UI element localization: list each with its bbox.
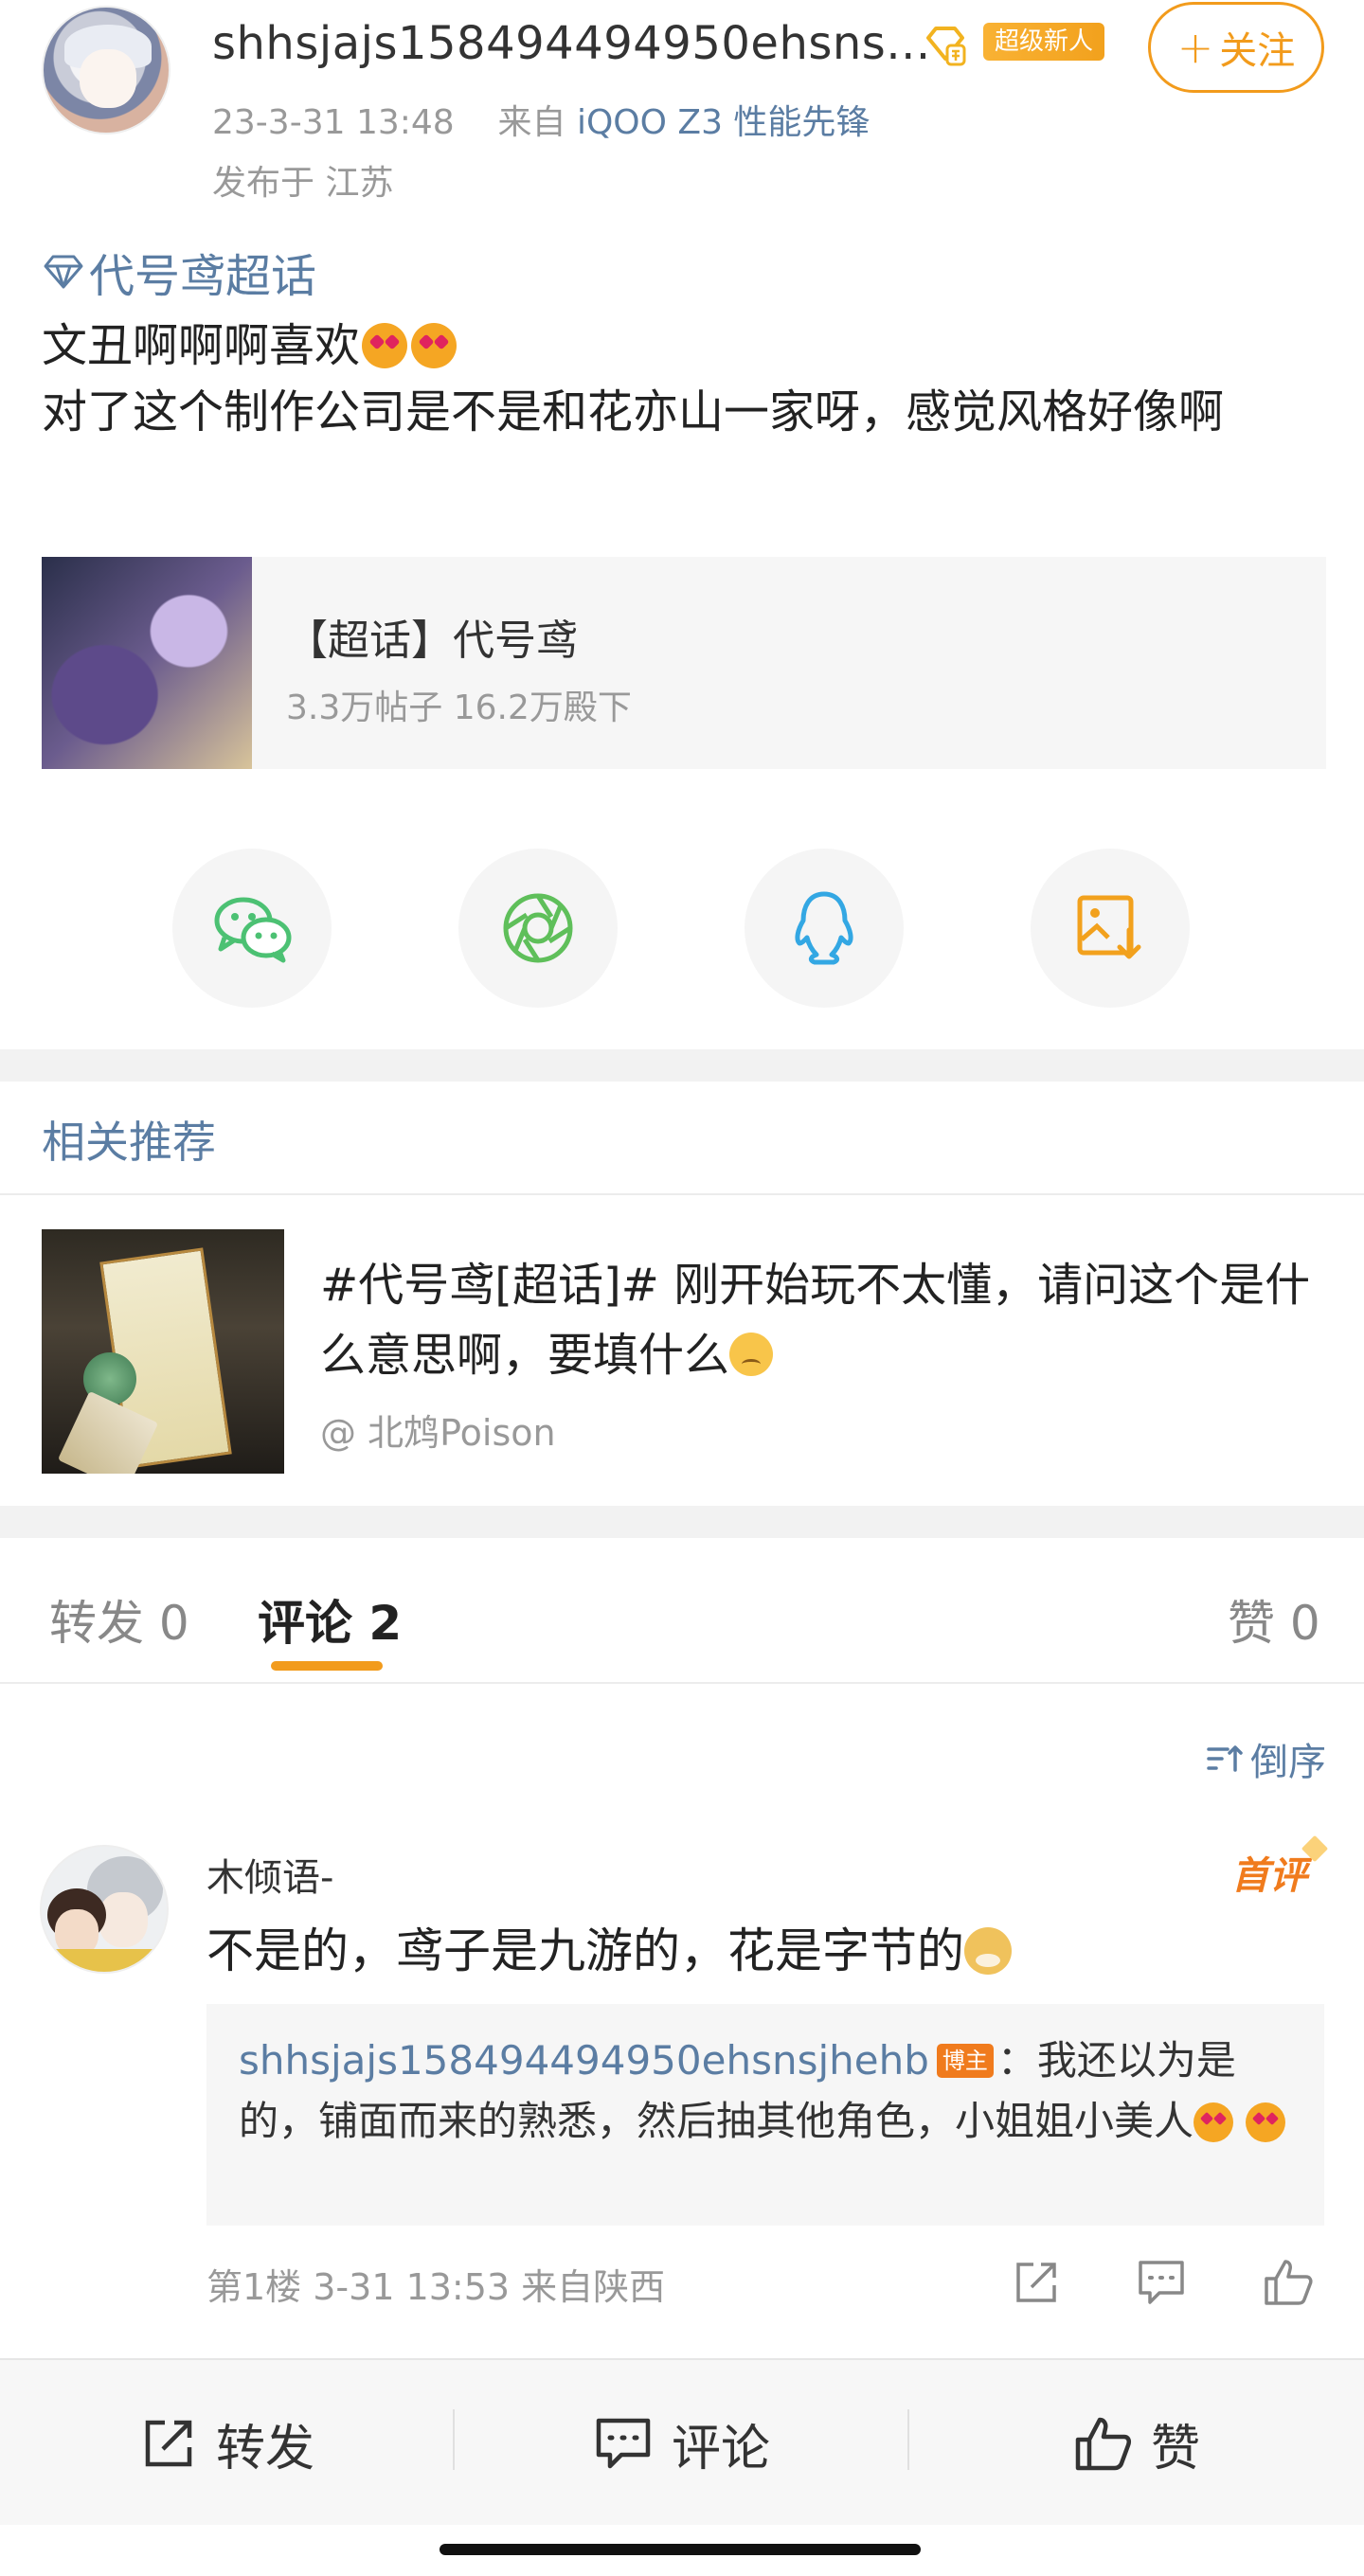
share-moments-button[interactable]	[458, 849, 618, 1008]
post-timestamp: 23-3-31 13:48	[212, 103, 455, 142]
super-topic-label: 代号鸢超话	[89, 250, 317, 303]
vip-diamond-icon	[926, 27, 966, 66]
home-indicator[interactable]	[440, 2544, 921, 2555]
moments-icon	[503, 893, 573, 963]
share-out-icon	[1016, 2263, 1056, 2302]
avatar-face	[99, 1892, 148, 1947]
source-prefix: 来自	[497, 103, 566, 142]
follow-label: 关注	[1219, 29, 1296, 73]
super-topic-thumbnail	[42, 557, 252, 769]
super-topic-card[interactable]: 【超话】代号鸢 3.3万帖子 16.2万殿下	[42, 557, 1326, 769]
tab-repost[interactable]: 转发 0	[49, 1585, 189, 1654]
wechat-icon	[214, 897, 292, 963]
author-avatar[interactable]	[42, 6, 170, 134]
sort-order-label: 倒序	[1250, 1741, 1326, 1784]
related-post-thumbnail	[42, 1229, 284, 1474]
avatar-face	[80, 49, 136, 108]
section-divider	[0, 1506, 1364, 1538]
post-meta: 23-3-31 13:48 来自 iQOO Z3 性能先锋	[212, 95, 870, 144]
post-header: shhsjajs158494494950ehsns... 超级新人 + 关注 2…	[0, 0, 1364, 218]
super-topic-info: 【超话】代号鸢 3.3万帖子 16.2万殿下	[252, 557, 632, 769]
bottom-action-bar: 转发 评论 赞	[0, 2358, 1364, 2525]
doge-emoji-icon	[964, 1927, 1012, 1975]
plus-icon: +	[1176, 22, 1214, 73]
save-image-button[interactable]	[1031, 849, 1190, 1008]
heart-eyes-emoji-icon	[411, 323, 458, 368]
qq-icon	[795, 891, 853, 965]
sort-icon	[1207, 1745, 1243, 1772]
share-out-icon	[145, 2420, 192, 2467]
diamond-icon	[44, 255, 83, 289]
tab-comments[interactable]: 评论 2	[258, 1585, 402, 1654]
related-post-item[interactable]: #代号鸢[超话]# 刚开始玩不太懂，请问这个是什么意思啊，要填什么 @ 北鸩Po…	[42, 1229, 1326, 1476]
post-location: 发布于 江苏	[212, 164, 394, 203]
super-topic-link[interactable]: 代号鸢超话	[42, 239, 316, 305]
source-device[interactable]: iQOO Z3 性能先锋	[577, 103, 870, 142]
comment-text: 不是的，鸢子是九游的，花是字节的	[206, 1913, 1012, 1981]
avatar-body	[42, 1949, 167, 1972]
comment-reply-button[interactable]	[1133, 2254, 1190, 2311]
comment-icon	[596, 2418, 651, 2469]
share-wechat-button[interactable]	[172, 849, 332, 1008]
super-topic-stats: 3.3万帖子 16.2万殿下	[286, 689, 632, 727]
like-label: 赞	[1150, 2420, 1200, 2478]
reply-author-name[interactable]: shhsjajs158494494950ehsnsjhehb	[239, 2037, 929, 2084]
comment-icon	[1139, 2261, 1184, 2304]
divider-line	[0, 1193, 1364, 1195]
interaction-tabs: 转发 0 评论 2 赞 0	[0, 1536, 1364, 1684]
related-post-author[interactable]: @ 北鸩Poison	[320, 1404, 556, 1456]
blogger-badge: 博主	[936, 2044, 994, 2078]
section-divider	[0, 1049, 1364, 1082]
sort-order-toggle[interactable]: 倒序	[1205, 1731, 1326, 1786]
commenter-name[interactable]: 木倾语-	[206, 1847, 333, 1902]
share-qq-button[interactable]	[745, 849, 904, 1008]
share-row	[0, 849, 1364, 1010]
comment-share-button[interactable]	[1008, 2254, 1065, 2311]
post-line-2: 对了这个制作公司是不是和花亦山一家呀，感觉风格好像啊	[42, 385, 1225, 438]
post-content: 文丑啊啊啊喜欢 对了这个制作公司是不是和花亦山一家呀，感觉风格好像啊	[42, 313, 1330, 445]
thumbs-up-icon	[1265, 2260, 1313, 2305]
author-name[interactable]: shhsjajs158494494950ehsns...	[212, 17, 931, 70]
comment-label: 评论	[671, 2420, 770, 2478]
sad-face-emoji-icon	[729, 1333, 774, 1376]
repost-label: 转发	[215, 2420, 314, 2478]
thumbs-up-icon	[1075, 2417, 1132, 2471]
like-button[interactable]: 赞	[909, 2360, 1364, 2527]
repost-button[interactable]: 转发	[0, 2360, 455, 2527]
related-section-title: 相关推荐	[42, 1117, 216, 1168]
save-image-icon	[1077, 895, 1141, 959]
reply-box[interactable]: shhsjajs158494494950ehsnsjhehb 博主 ：我还以为是的，…	[206, 2004, 1324, 2226]
related-post-text: #代号鸢[超话]# 刚开始玩不太懂，请问这个是什么意思啊，要填什么	[320, 1250, 1324, 1390]
divider-line	[0, 1682, 1364, 1684]
active-tab-indicator	[271, 1661, 383, 1671]
related-post-title: #代号鸢[超话]# 刚开始玩不太懂，请问这个是什么意思啊，要填什么	[320, 1259, 1311, 1382]
first-comment-badge: 首评	[1231, 1845, 1307, 1900]
post-line-1: 文丑啊啊啊喜欢	[42, 313, 1330, 379]
post-line-1-text: 文丑啊啊啊喜欢	[42, 319, 361, 372]
tab-likes[interactable]: 赞 0	[1228, 1585, 1320, 1654]
comment-body: 不是的，鸢子是九游的，花是字节的	[206, 1923, 964, 1978]
comment-button[interactable]: 评论	[455, 2360, 909, 2527]
comment-meta: 第1楼 3-31 13:53 来自陕西	[206, 2266, 666, 2308]
comment-like-button[interactable]	[1260, 2254, 1317, 2311]
super-newbie-badge: 超级新人	[983, 23, 1105, 61]
heart-eyes-emoji-icon	[362, 323, 408, 368]
heart-eyes-emoji-icon	[1246, 2102, 1286, 2142]
commenter-avatar[interactable]	[40, 1845, 169, 1974]
reply-content: shhsjajs158494494950ehsnsjhehb 博主 ：我还以为是的，…	[239, 2030, 1300, 2152]
heart-eyes-emoji-icon	[1194, 2102, 1234, 2142]
follow-button[interactable]: + 关注	[1148, 2, 1324, 93]
super-topic-name: 【超话】代号鸢	[286, 617, 578, 665]
